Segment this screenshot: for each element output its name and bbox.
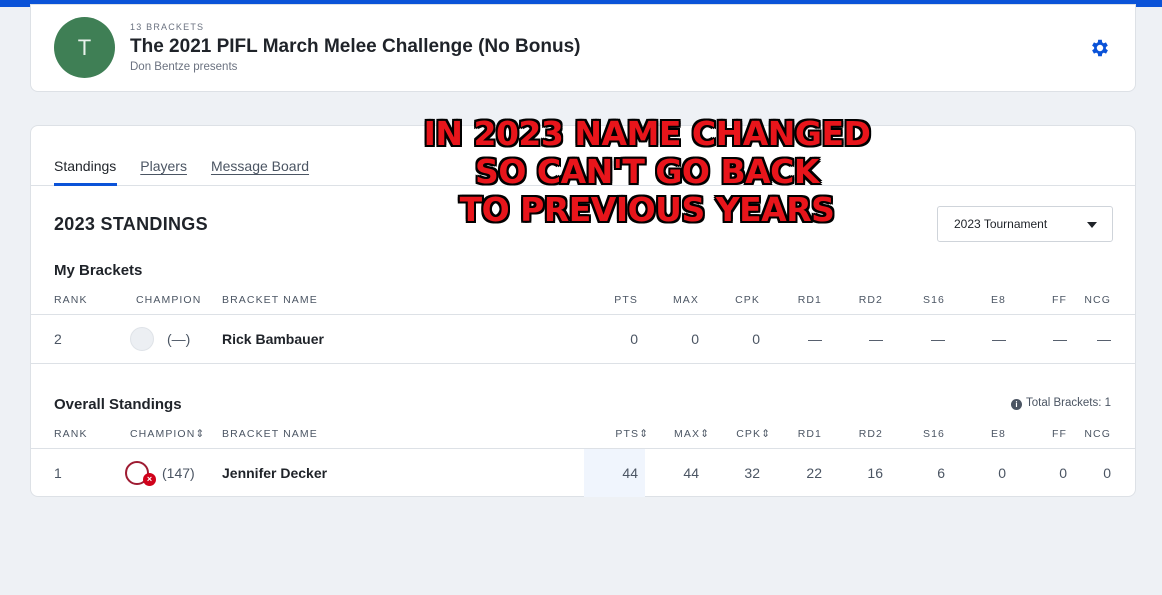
ncg-cell: —: [1097, 331, 1111, 347]
header-ff: FF: [1051, 294, 1067, 306]
header-ncg: NCG: [1084, 428, 1111, 440]
rank-cell: 1: [54, 465, 62, 481]
annotation-line: IN 2023 NAME CHANGED: [423, 114, 871, 153]
s16-cell: 6: [937, 465, 945, 481]
annotation-line: TO PREVIOUS YEARS: [459, 190, 835, 229]
header-champion: CHAMPION: [136, 294, 202, 306]
standings-title: 2023 STANDINGS: [54, 214, 208, 234]
divider: [31, 314, 1135, 315]
e8-cell: 0: [998, 465, 1006, 481]
pool-presenter: Don Bentze presents: [130, 61, 238, 73]
header-rd1: RD1: [797, 294, 822, 306]
header-champion-sort[interactable]: CHAMPION⇕: [130, 428, 205, 440]
champion-seed: (—): [167, 331, 191, 347]
rd2-cell: 16: [867, 465, 883, 481]
champion-seed: (147): [162, 465, 195, 481]
tab-message-board[interactable]: Message Board: [211, 158, 309, 174]
tab-players[interactable]: Players: [140, 158, 187, 174]
header-rd2: RD2: [858, 428, 883, 440]
header-ncg: NCG: [1084, 294, 1111, 306]
header-cpk: CPK: [735, 294, 760, 306]
divider: [31, 363, 1135, 364]
bracket-placeholder-icon: [130, 327, 154, 351]
header-bracket-name: BRACKET NAME: [222, 294, 318, 306]
header-max: MAX: [672, 294, 699, 306]
header-e8: E8: [990, 428, 1006, 440]
rd1-cell: 22: [806, 465, 822, 481]
pts-cell: 0: [630, 331, 638, 347]
e8-cell: —: [992, 331, 1006, 347]
header-pts-sort[interactable]: PTS⇕: [615, 428, 649, 440]
pts-cell: 44: [622, 465, 638, 481]
max-cell: 0: [691, 331, 699, 347]
info-icon[interactable]: i: [1010, 399, 1022, 410]
total-brackets-label: Total Brackets: 1: [1025, 397, 1111, 409]
pool-title: The 2021 PIFL March Melee Challenge (No …: [130, 36, 581, 57]
header-e8: E8: [990, 294, 1006, 306]
pool-header: T 13 BRACKETS The 2021 PIFL March Melee …: [30, 4, 1136, 92]
bracket-name-link[interactable]: Jennifer Decker: [222, 465, 327, 481]
header-rank: RANK: [54, 428, 88, 440]
annotation-overlay: IN 2023 NAME CHANGED SO CAN'T GO BACK TO…: [380, 115, 914, 229]
x-badge-icon: ×: [143, 473, 156, 486]
header-pts: PTS: [614, 294, 638, 306]
header-s16: S16: [923, 428, 945, 440]
cpk-cell: 0: [752, 331, 760, 347]
tab-standings[interactable]: Standings: [54, 158, 116, 174]
overall-standings-title: Overall Standings: [54, 396, 182, 413]
max-cell: 44: [683, 465, 699, 481]
gear-icon[interactable]: [1089, 37, 1111, 59]
chevron-down-icon: [1087, 222, 1097, 228]
tournament-select-value: 2023 Tournament: [954, 217, 1048, 231]
ff-cell: 0: [1059, 465, 1067, 481]
active-tab-indicator: [54, 183, 117, 186]
header-ff: FF: [1051, 428, 1067, 440]
header-rank: RANK: [54, 294, 88, 306]
rank-cell: 2: [54, 331, 62, 347]
rd2-cell: —: [869, 331, 883, 347]
total-brackets: i Total Brackets: 1: [1010, 397, 1111, 410]
header-max-sort[interactable]: MAX⇕: [674, 428, 710, 440]
header-rd1: RD1: [797, 428, 822, 440]
my-brackets-title: My Brackets: [54, 262, 143, 279]
tournament-select[interactable]: 2023 Tournament: [937, 206, 1113, 242]
rd1-cell: —: [808, 331, 822, 347]
header-s16: S16: [923, 294, 945, 306]
divider: [31, 448, 1135, 449]
ff-cell: —: [1053, 331, 1067, 347]
header-rd2: RD2: [858, 294, 883, 306]
bracket-count: 13 BRACKETS: [130, 22, 205, 32]
annotation-line: SO CAN'T GO BACK: [475, 152, 819, 191]
pool-avatar: T: [54, 17, 115, 78]
header-cpk-sort[interactable]: CPK⇕: [736, 428, 771, 440]
s16-cell: —: [931, 331, 945, 347]
cpk-cell: 32: [744, 465, 760, 481]
tab-bar: Standings Players Message Board: [54, 158, 309, 174]
ncg-cell: 0: [1103, 465, 1111, 481]
bracket-name-link[interactable]: Rick Bambauer: [222, 331, 324, 347]
header-bracket-name: BRACKET NAME: [222, 428, 318, 440]
